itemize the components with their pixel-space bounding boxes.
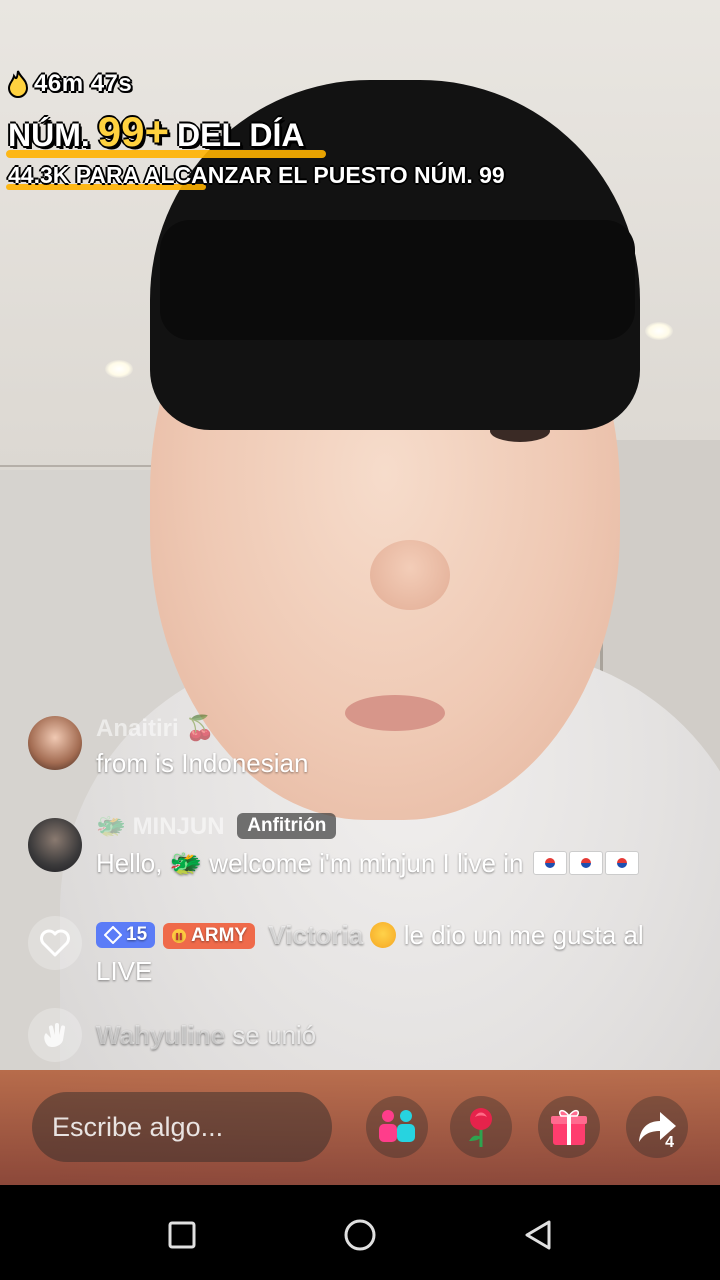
multi-guest-button[interactable] bbox=[366, 1096, 428, 1158]
gift-icon bbox=[551, 1109, 587, 1145]
flame-icon bbox=[7, 70, 29, 98]
like-event-text-cont: LIVE bbox=[96, 956, 153, 986]
rank-suffix: DEL DÍA bbox=[177, 117, 305, 153]
daily-rank[interactable]: NÚM. 99+ DEL DÍA bbox=[8, 108, 304, 156]
ceiling-light bbox=[105, 360, 133, 378]
rank-label: NÚM. bbox=[8, 117, 90, 153]
rose-icon bbox=[469, 1108, 492, 1147]
korea-flag-icon bbox=[532, 851, 567, 875]
svg-text:II: II bbox=[175, 932, 182, 943]
level-badge: 15 bbox=[96, 922, 156, 948]
like-event-icon-bg bbox=[28, 916, 82, 970]
chat-username[interactable]: MINJUN bbox=[133, 813, 225, 840]
join-event-text: se unió bbox=[232, 1020, 317, 1050]
chat-text: Hello, 🐲 welcome i'm minjun I live in bbox=[96, 848, 524, 878]
avatar[interactable] bbox=[28, 818, 82, 872]
multi-guest-icon bbox=[379, 1110, 415, 1142]
join-event-line: Wahyuline se unió bbox=[96, 1020, 316, 1051]
fan-badge-icon: II bbox=[172, 929, 187, 943]
wave-hand-icon bbox=[44, 1023, 66, 1048]
system-nav-bar bbox=[0, 1185, 720, 1280]
share-count: 4 bbox=[665, 1134, 674, 1151]
avatar[interactable] bbox=[28, 716, 82, 770]
live-duration: 46m 47s bbox=[34, 70, 133, 97]
ceiling-light bbox=[645, 322, 673, 340]
rank-progress-text: 44.3K PARA ALCANZAR EL PUESTO NÚM. 99 bbox=[8, 162, 505, 188]
square-icon bbox=[168, 1221, 196, 1249]
diamond-icon bbox=[104, 926, 122, 944]
heart-icon bbox=[40, 929, 70, 957]
back-button[interactable] bbox=[518, 1215, 558, 1255]
home-button[interactable] bbox=[340, 1215, 380, 1255]
comment-placeholder: Escribe algo... bbox=[52, 1112, 224, 1142]
join-event-icon-bg bbox=[28, 1008, 82, 1062]
chat-username[interactable]: Victoria bbox=[268, 920, 363, 950]
host-nose bbox=[370, 540, 450, 610]
comment-input[interactable]: Escribe algo... bbox=[32, 1092, 332, 1162]
chat-text: from is Indonesian bbox=[96, 748, 309, 778]
chat-username[interactable]: Anaitiri 🍒 bbox=[96, 714, 215, 743]
triangle-back-icon bbox=[525, 1220, 551, 1250]
chat-username[interactable]: Wahyuline bbox=[96, 1020, 225, 1050]
korea-flag-icon bbox=[568, 851, 603, 875]
chat-user-line: 🐲 MINJUN Anfitrión bbox=[96, 812, 337, 841]
share-button[interactable]: 4 bbox=[626, 1096, 688, 1158]
gift-button[interactable] bbox=[538, 1096, 600, 1158]
like-event-line: 15 II ARMY Victoria le dio un me gusta a… bbox=[96, 920, 644, 951]
host-mouth bbox=[345, 695, 445, 731]
fan-club-badge: II ARMY bbox=[163, 923, 256, 949]
level-number: 15 bbox=[126, 924, 148, 945]
korea-flag-icon bbox=[604, 851, 639, 875]
fan-badge-label: ARMY bbox=[191, 925, 248, 946]
like-event-text: le dio un me gusta al bbox=[403, 920, 644, 950]
dragon-emoji: 🐲 bbox=[96, 813, 126, 840]
recents-button[interactable] bbox=[162, 1215, 202, 1255]
rank-number: 99+ bbox=[97, 108, 170, 155]
beanie-band bbox=[160, 220, 635, 340]
rose-gift-button[interactable] bbox=[450, 1096, 512, 1158]
blush-emoji-icon bbox=[370, 922, 397, 948]
chat-text-line: Hello, 🐲 welcome i'm minjun I live in bbox=[96, 848, 639, 879]
live-timer: 46m 47s bbox=[6, 70, 132, 98]
circle-icon bbox=[344, 1219, 376, 1251]
bottom-bar: Escribe algo... 4 bbox=[0, 1090, 720, 1165]
host-badge: Anfitrión bbox=[237, 813, 337, 839]
